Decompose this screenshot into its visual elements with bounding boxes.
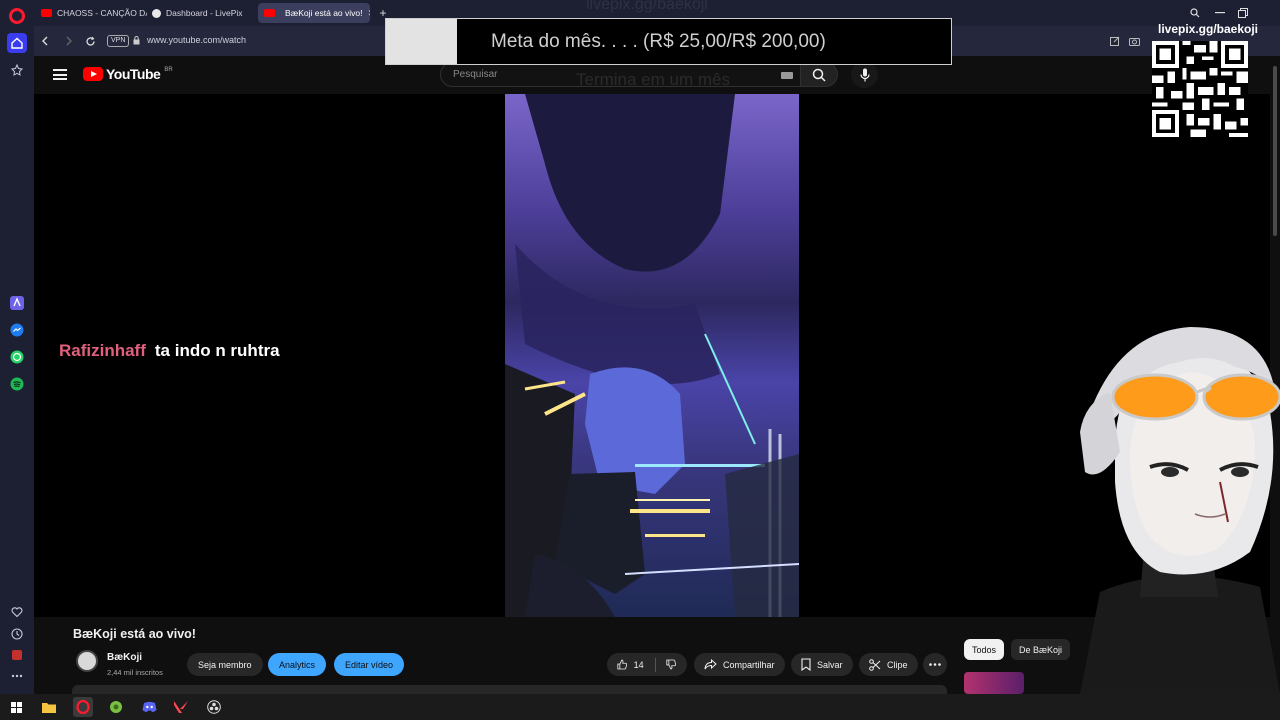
menu-icon[interactable] [53,69,67,80]
discord-icon[interactable] [139,697,159,717]
description-box[interactable] [72,685,947,694]
clip-button[interactable]: Clipe [859,653,918,676]
youtube-play-icon [83,67,103,81]
opera-logo[interactable] [9,8,25,24]
like-icon[interactable] [617,658,628,671]
edit-video-button[interactable]: Editar vídeo [334,653,405,676]
related-thumbnail[interactable] [964,672,1024,694]
valorant-icon[interactable] [171,697,191,717]
lock-icon[interactable] [133,36,140,45]
goal-text: Meta do mês. . . . (R$ 25,00/R$ 200,00) [491,31,826,52]
voice-search-button[interactable] [851,61,878,88]
spotify-icon[interactable] [7,374,27,394]
keyboard-icon[interactable] [781,72,793,79]
save-button[interactable]: Salvar [791,653,853,676]
aria-icon[interactable] [7,293,27,313]
vtuber-avatar [1080,327,1280,694]
live-video-frame[interactable] [505,94,799,617]
forward-icon[interactable] [62,34,76,48]
more-icon[interactable] [7,666,27,686]
opera-sidebar [0,0,34,694]
youtube-wordmark: YouTube [106,66,161,82]
restore-icon[interactable] [1232,4,1254,22]
windows-taskbar [0,694,1280,720]
share-label: Compartilhar [723,659,775,670]
chat-message-overlay: Rafizinhaff ta indo n ruhtra [59,341,280,361]
tab-close-icon[interactable]: ✕ [367,8,370,19]
share-button[interactable]: Compartilhar [694,653,785,676]
chip-all[interactable]: Todos [964,639,1005,660]
search-tabs-icon[interactable] [1184,4,1206,22]
goal-ghost-text: livepix.gg/baekoji [586,0,708,13]
opera-taskbar-icon[interactable] [73,697,93,717]
join-button[interactable]: Seja membro [187,653,263,676]
tab-livepix-dashboard[interactable]: Dashboard - LivePix [146,3,256,23]
youtube-favicon-icon [264,9,275,17]
region-code: BR [164,67,173,73]
livepix-favicon-icon [152,8,161,18]
tab-label: CHAOSS - CANÇÃO DA P [57,8,147,18]
tab-baekoji-live[interactable]: BæKoji está ao vivo! ✕ [258,3,370,23]
channel-name[interactable]: BæKoji [107,652,142,663]
snapshot-icon[interactable] [1127,34,1141,48]
page-scrollbar[interactable] [1273,66,1277,236]
dislike-icon[interactable] [666,658,677,671]
heart-icon[interactable] [7,602,27,622]
edit-page-icon[interactable] [1108,34,1122,48]
channel-avatar[interactable] [76,650,98,672]
more-actions-button[interactable] [923,653,947,676]
windows-start-icon[interactable] [6,697,26,717]
whatsapp-icon[interactable] [7,347,27,367]
adblock-icon[interactable] [7,645,27,665]
qr-code-icon [1152,41,1248,137]
goal-progress-fill [386,19,457,64]
chat-text: ta indo n ruhtra [154,341,280,360]
clip-label: Clipe [887,659,908,670]
video-title: BæKoji está ao vivo! [73,627,196,641]
messenger-icon[interactable] [7,320,27,340]
back-icon[interactable] [38,34,52,48]
pinboard-icon[interactable] [7,60,27,80]
obs-icon[interactable] [204,697,224,717]
more-horizontal-icon [929,663,941,666]
like-dislike-group: 14 [607,653,687,676]
share-icon [704,659,717,670]
vpn-badge[interactable]: VPN [107,35,130,47]
youtube-favicon-icon [41,9,52,17]
home-icon[interactable] [7,33,27,53]
youtube-logo[interactable]: YouTube BR [83,66,173,82]
file-explorer-icon[interactable] [39,697,59,717]
analytics-button[interactable]: Analytics [268,653,327,676]
bookmark-icon [801,658,811,671]
save-label: Salvar [817,659,843,670]
url-field[interactable]: www.youtube.com/watch [147,35,246,45]
search-placeholder: Pesquisar [453,69,498,80]
donation-goal-bar: Meta do mês. . . . (R$ 25,00/R$ 200,00) [385,18,952,65]
chat-username: Rafizinhaff [59,341,146,360]
app-green-icon[interactable] [106,697,126,717]
minimize-icon[interactable] [1209,4,1231,22]
tab-label: BæKoji está ao vivo! [285,8,363,18]
search-icon [812,68,826,82]
qr-label: livepix.gg/baekoji [1157,22,1259,36]
microphone-icon [859,68,870,81]
like-count[interactable]: 14 [634,660,644,670]
reload-icon[interactable] [83,34,97,48]
scissors-icon [869,658,881,671]
livepix-qr-widget: livepix.gg/baekoji [1152,22,1264,144]
tab-chaoss[interactable]: CHAOSS - CANÇÃO DA P [35,3,147,23]
search-button[interactable] [800,62,838,87]
history-icon[interactable] [7,624,27,644]
goal-deadline-text: Termina em um mês [576,70,730,89]
tab-label: Dashboard - LivePix [166,8,243,18]
subscriber-count: 2,44 mil inscritos [107,668,163,677]
video-scene [505,94,799,617]
